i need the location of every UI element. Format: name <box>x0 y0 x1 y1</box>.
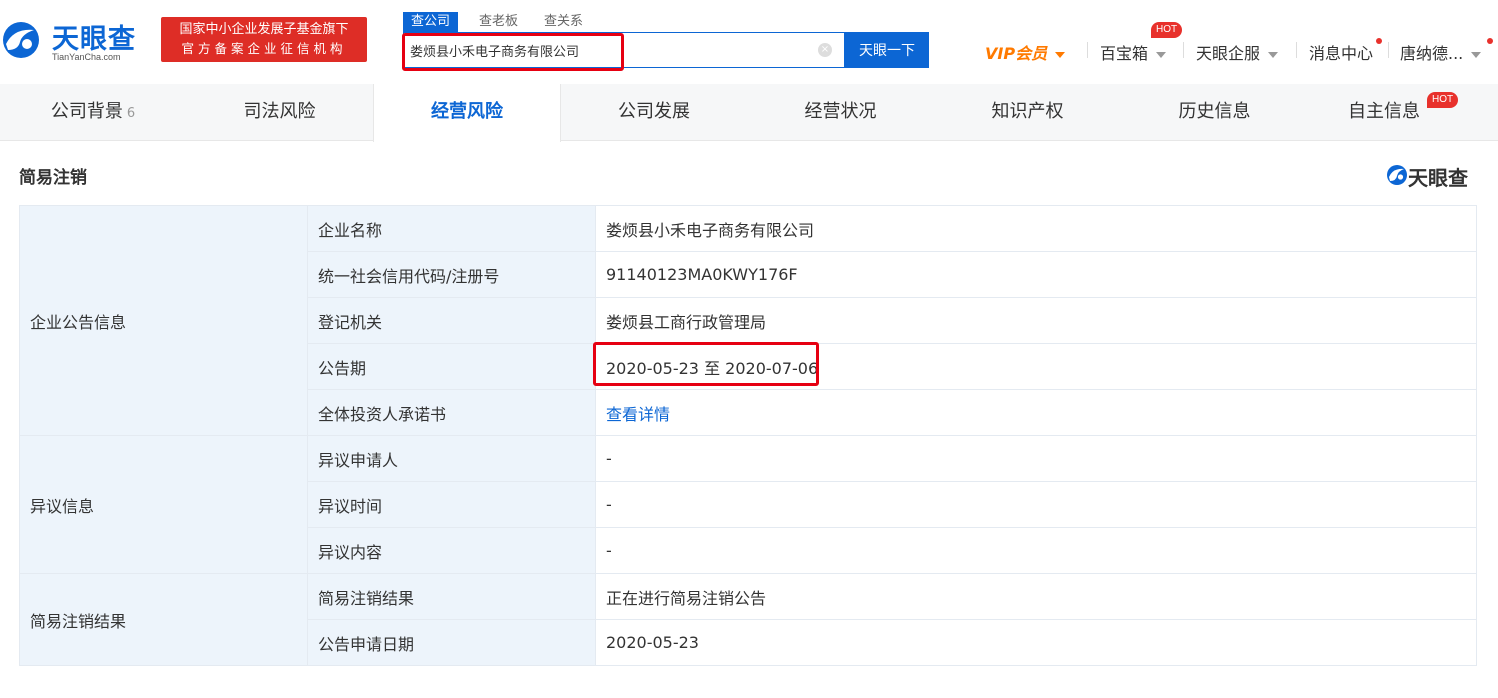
vip-menu[interactable]: VIP会员 <box>985 40 1066 64</box>
row-label: 公告期 <box>307 343 596 390</box>
view-details-link[interactable]: 查看详情 <box>606 405 670 424</box>
divider <box>1296 42 1297 58</box>
vip-label: VIP会员 <box>985 44 1048 63</box>
divider <box>1183 42 1184 58</box>
tab-business-risk[interactable]: 经营风险 <box>373 84 561 142</box>
search-tab-company[interactable]: 查公司 <box>403 12 459 32</box>
divider <box>1087 42 1088 58</box>
row-label: 企业名称 <box>307 205 596 252</box>
enterprise-label: 天眼企服 <box>1196 44 1261 63</box>
tab-business-status[interactable]: 经营状况 <box>747 84 934 141</box>
announcement-period-highlight-box <box>593 342 819 386</box>
group-label: 简易注销结果 <box>19 573 308 666</box>
row-label: 异议时间 <box>307 481 596 528</box>
row-label: 统一社会信用代码/注册号 <box>307 251 596 298</box>
user-name: 唐纳德... <box>1400 44 1464 63</box>
official-badge: 国家中小企业发展子基金旗下 官方备案企业征信机构 <box>161 17 367 62</box>
table-row: 异议信息 异议申请人 - <box>19 435 1477 574</box>
section-title: 简易注销 <box>19 168 87 188</box>
group-label: 异议信息 <box>19 435 308 574</box>
company-tabs: 公司背景 6 司法风险 经营风险 公司发展 经营状况 知识产权 历史信息 自主信息… <box>0 84 1498 142</box>
tab-legal-risk[interactable]: 司法风险 <box>186 84 373 141</box>
tab-history[interactable]: 历史信息 <box>1121 84 1308 141</box>
tab-company-development[interactable]: 公司发展 <box>561 84 747 141</box>
search-button[interactable]: 天眼一下 <box>845 32 929 68</box>
tab-intellectual-property[interactable]: 知识产权 <box>934 84 1121 141</box>
tab-company-background[interactable]: 公司背景 6 <box>0 84 186 141</box>
search-tab-relation[interactable]: 查关系 <box>544 12 583 32</box>
row-label: 异议申请人 <box>307 435 596 482</box>
row-value: - <box>595 435 1477 482</box>
notification-dot-icon <box>1487 38 1493 44</box>
hot-badge: HOT <box>1427 92 1459 108</box>
row-value-cell: 查看详情 <box>595 389 1477 436</box>
watermark-text: 天眼查 <box>1408 166 1468 190</box>
search-highlight-box <box>402 33 624 71</box>
baobox-label: 百宝箱 <box>1100 44 1149 63</box>
row-value: - <box>595 527 1477 574</box>
tab-label: 公司背景 <box>50 101 123 122</box>
row-value: 91140123MA0KWY176F <box>595 251 1477 298</box>
row-value: 娄烦县小禾电子商务有限公司 <box>595 205 1477 252</box>
group-label: 企业公告信息 <box>19 205 308 436</box>
enterprise-menu[interactable]: 天眼企服 <box>1196 40 1279 64</box>
row-label: 登记机关 <box>307 297 596 344</box>
row-value: 娄烦县工商行政管理局 <box>595 297 1477 344</box>
hot-badge: HOT <box>1151 22 1183 38</box>
user-menu[interactable]: 唐纳德... <box>1400 40 1482 64</box>
chevron-down-icon <box>1055 51 1066 58</box>
chevron-down-icon <box>1268 51 1279 58</box>
clear-icon[interactable]: × <box>818 43 832 57</box>
messages-link[interactable]: 消息中心 <box>1309 40 1373 64</box>
chevron-down-icon <box>1156 51 1167 58</box>
chevron-down-icon <box>1471 51 1482 58</box>
row-value: - <box>595 481 1477 528</box>
logo-wordmark: 天眼查 <box>52 24 136 55</box>
divider <box>1388 42 1389 58</box>
search-tab-boss[interactable]: 查老板 <box>479 12 518 32</box>
row-value: 正在进行简易注销公告 <box>595 573 1477 620</box>
tianyancha-logo-icon <box>3 22 39 58</box>
row-label: 全体投资人承诺书 <box>307 389 596 436</box>
table-row: 企业公告信息 企业名称 娄烦县小禾电子商务有限公司 <box>19 205 1477 436</box>
logo-domain: TianYanCha.com <box>52 52 121 62</box>
badge-line-2: 官方备案企业征信机构 <box>181 41 347 56</box>
simple-deregistration-table: 企业公告信息 企业名称 娄烦县小禾电子商务有限公司 统一社会信用代码/注册号 9… <box>19 205 1477 666</box>
row-label: 公告申请日期 <box>307 619 596 666</box>
row-label: 简易注销结果 <box>307 573 596 620</box>
tianyancha-logo-icon <box>1387 165 1407 185</box>
baobox-menu[interactable]: 百宝箱 <box>1100 40 1167 64</box>
table-row: 简易注销结果 简易注销结果 正在进行简易注销公告 <box>19 573 1477 666</box>
row-value: 2020-05-23 <box>595 619 1477 666</box>
row-label: 异议内容 <box>307 527 596 574</box>
site-header: 天眼查 TianYanCha.com 国家中小企业发展子基金旗下 官方备案企业征… <box>0 0 1498 84</box>
badge-line-1: 国家中小企业发展子基金旗下 <box>179 22 349 37</box>
tab-count: 6 <box>126 106 136 121</box>
site-logo[interactable]: 天眼查 TianYanCha.com <box>0 16 152 64</box>
notification-dot-icon <box>1376 38 1382 44</box>
